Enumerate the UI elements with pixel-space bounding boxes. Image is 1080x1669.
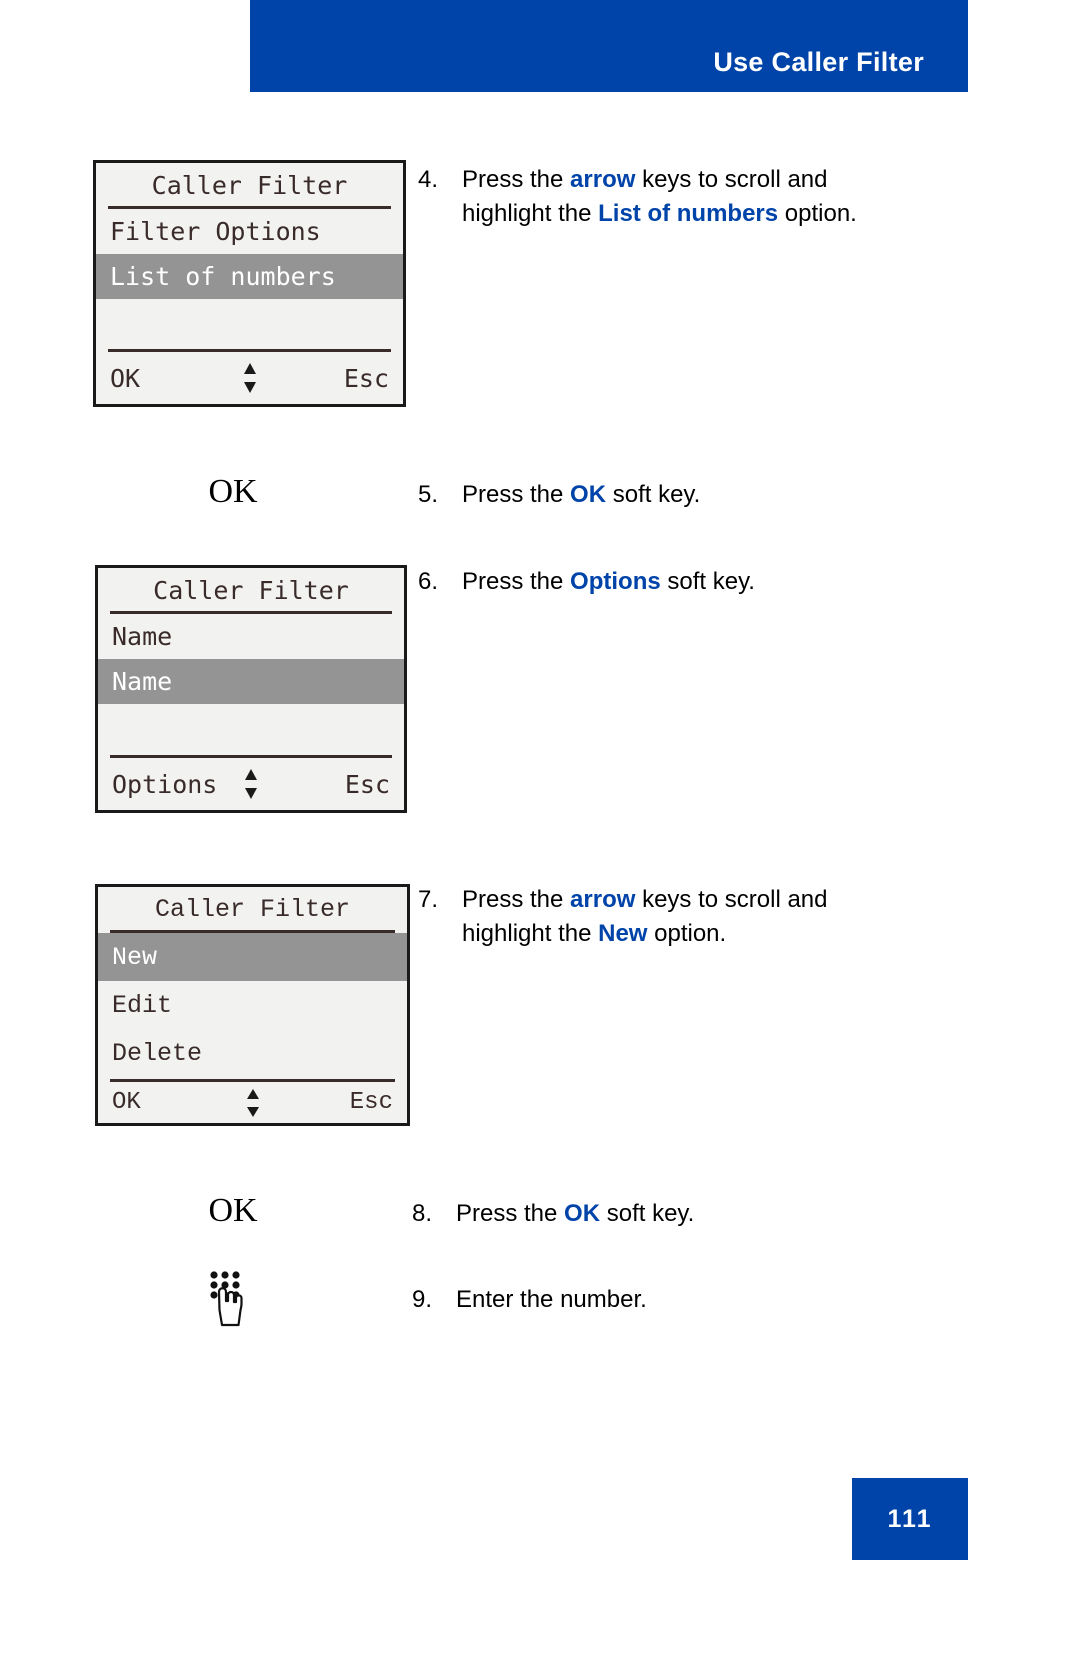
keypad-hand-icon[interactable] <box>203 1268 257 1330</box>
step-number: 9. <box>412 1286 433 1313</box>
step-number: 7. <box>418 886 439 913</box>
page-title: Use Caller Filter <box>713 47 924 77</box>
step-row-8: 8. Press the OK soft key. <box>412 1197 892 1231</box>
step-text-part: option. <box>647 920 727 947</box>
step-text: Press the OK soft key. <box>462 478 700 512</box>
step-row-7: 7. Press the arrow keys to scroll and hi… <box>418 883 898 951</box>
step-text-part: option. <box>778 200 857 227</box>
phone-screen-list-of-numbers: Caller Filter Filter Options List of num… <box>93 160 406 407</box>
lcd-menu-item[interactable]: Filter Options <box>96 209 403 254</box>
lcd-menu-item[interactable]: Name <box>98 614 404 659</box>
step-text-part: Press the <box>462 568 571 595</box>
lcd-menu-list: New Edit Delete <box>98 933 407 1077</box>
ok-softkey-icon[interactable]: OK <box>178 1194 288 1228</box>
step-number: 5. <box>418 481 439 508</box>
step-row-4: 4. Press the arrow keys to scroll and hi… <box>418 163 898 231</box>
step-text-part: Press the <box>462 481 571 508</box>
lcd-title: Caller Filter <box>151 171 348 200</box>
step-number: 8. <box>412 1200 433 1227</box>
step-row-9: 9. Enter the number. <box>412 1283 892 1317</box>
step-text-part: Press the <box>462 166 571 193</box>
lcd-menu-item[interactable]: Edit <box>98 981 407 1029</box>
softkey-options[interactable]: Options <box>112 770 217 799</box>
step-text: Enter the number. <box>456 1286 647 1313</box>
lcd-softkey-bar: OK Esc <box>96 352 403 404</box>
step-text-part: Press the <box>456 1200 565 1227</box>
step-row-6: 6. Press the Options soft key. <box>418 565 898 599</box>
step-text: Press the OK soft key. <box>456 1197 694 1231</box>
step-text-highlight: Options <box>570 568 661 595</box>
lcd-softkey-bar: OK Esc <box>98 1082 407 1123</box>
lcd-softkey-bar: Options Esc <box>98 758 404 810</box>
step-number: 4. <box>418 166 439 193</box>
step-row-5: 5. Press the OK soft key. <box>418 478 898 512</box>
softkey-ok[interactable]: OK <box>112 1089 141 1116</box>
lcd-title: Caller Filter <box>154 895 351 924</box>
softkey-ok[interactable]: OK <box>110 364 140 393</box>
lcd-menu-list: Name Name <box>98 614 404 753</box>
step-text-part: soft key. <box>660 568 755 595</box>
step-text-part: soft key. <box>606 481 701 508</box>
ok-softkey-icon[interactable]: OK <box>178 475 288 509</box>
phone-screen-names: Caller Filter Name Name Options Esc <box>95 565 407 813</box>
step-number: 6. <box>418 568 439 595</box>
lcd-menu-item-selected[interactable]: List of numbers <box>96 254 403 299</box>
page-number: 111 <box>887 1504 933 1533</box>
step-text-highlight: New <box>598 920 648 947</box>
lcd-menu-item-selected[interactable]: New <box>98 933 407 981</box>
step-text-highlight: List of numbers <box>598 200 779 227</box>
step-text-highlight: OK <box>570 481 607 508</box>
step-text: Press the arrow keys to scroll and highl… <box>462 163 892 231</box>
step-text-highlight: arrow <box>570 166 636 193</box>
step-text-highlight: arrow <box>570 886 636 913</box>
step-text-part: Press the <box>462 886 571 913</box>
lcd-menu-item-selected[interactable]: Name <box>98 659 404 704</box>
softkey-esc[interactable]: Esc <box>344 364 389 393</box>
phone-screen-new-edit-delete: Caller Filter New Edit Delete OK Esc <box>95 884 410 1126</box>
page-header-band: Use Caller Filter <box>250 0 968 92</box>
step-text-highlight: OK <box>564 1200 601 1227</box>
step-text: Press the Options soft key. <box>462 565 755 599</box>
lcd-title: Caller Filter <box>153 576 349 605</box>
softkey-esc[interactable]: Esc <box>345 770 390 799</box>
lcd-menu-item[interactable]: Delete <box>98 1029 407 1077</box>
step-text-part: soft key. <box>600 1200 695 1227</box>
step-text: Press the arrow keys to scroll and highl… <box>462 883 892 951</box>
lcd-menu-list: Filter Options List of numbers <box>96 209 403 347</box>
softkey-esc[interactable]: Esc <box>350 1089 393 1116</box>
page-number-band: 111 <box>852 1478 968 1560</box>
